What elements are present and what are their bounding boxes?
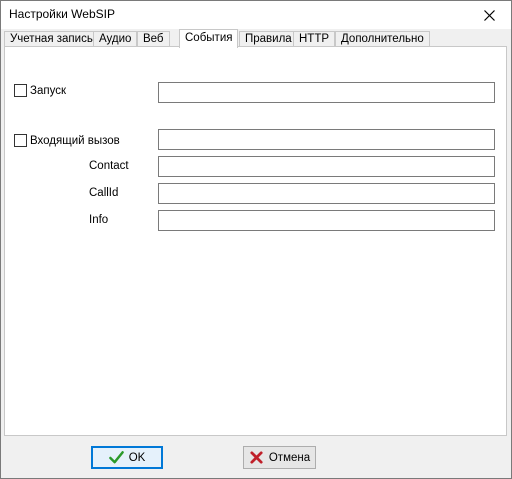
incoming-call-command-field[interactable] bbox=[158, 129, 495, 150]
settings-dialog: Настройки WebSIP Учетная запись Аудио Ве… bbox=[0, 0, 512, 479]
incoming-call-checkbox-row[interactable]: Входящий вызов bbox=[14, 134, 120, 147]
close-button[interactable] bbox=[467, 1, 511, 29]
dialog-client-area: Учетная запись Аудио Веб События Правила… bbox=[1, 29, 511, 478]
tab-rules[interactable]: Правила bbox=[239, 31, 298, 47]
contact-field[interactable] bbox=[158, 156, 495, 177]
tab-strip: Учетная запись Аудио Веб События Правила… bbox=[4, 29, 508, 48]
cancel-label: Отмена bbox=[268, 451, 311, 464]
close-icon bbox=[483, 9, 495, 21]
ok-label: OK bbox=[128, 451, 146, 464]
info-label: Info bbox=[89, 214, 109, 226]
incoming-call-label: Входящий вызов bbox=[30, 134, 120, 147]
startup-checkbox[interactable] bbox=[14, 84, 27, 97]
ok-button[interactable]: OK bbox=[91, 446, 163, 469]
tab-account[interactable]: Учетная запись bbox=[4, 31, 99, 47]
title-bar: Настройки WebSIP bbox=[1, 1, 511, 29]
green-checkmark-icon bbox=[108, 451, 124, 464]
window-title: Настройки WebSIP bbox=[9, 7, 115, 21]
startup-label: Запуск bbox=[30, 84, 66, 97]
dialog-footer: OK Отмена bbox=[1, 438, 511, 478]
callid-field[interactable] bbox=[158, 183, 495, 204]
events-panel: Запуск Входящий вызов Contact CallId Inf… bbox=[4, 46, 507, 436]
startup-checkbox-row[interactable]: Запуск bbox=[14, 84, 66, 97]
startup-command-field[interactable] bbox=[158, 82, 495, 103]
tab-audio[interactable]: Аудио bbox=[93, 31, 138, 47]
tab-web[interactable]: Веб bbox=[137, 31, 170, 47]
tab-advanced[interactable]: Дополнительно bbox=[335, 31, 430, 47]
tab-events[interactable]: События bbox=[179, 29, 239, 48]
info-field[interactable] bbox=[158, 210, 495, 231]
contact-label: Contact bbox=[89, 160, 129, 172]
callid-label: CallId bbox=[89, 187, 119, 199]
tab-http[interactable]: HTTP bbox=[293, 31, 336, 47]
cancel-button[interactable]: Отмена bbox=[243, 446, 316, 469]
incoming-call-checkbox[interactable] bbox=[14, 134, 27, 147]
red-x-icon bbox=[250, 451, 263, 464]
